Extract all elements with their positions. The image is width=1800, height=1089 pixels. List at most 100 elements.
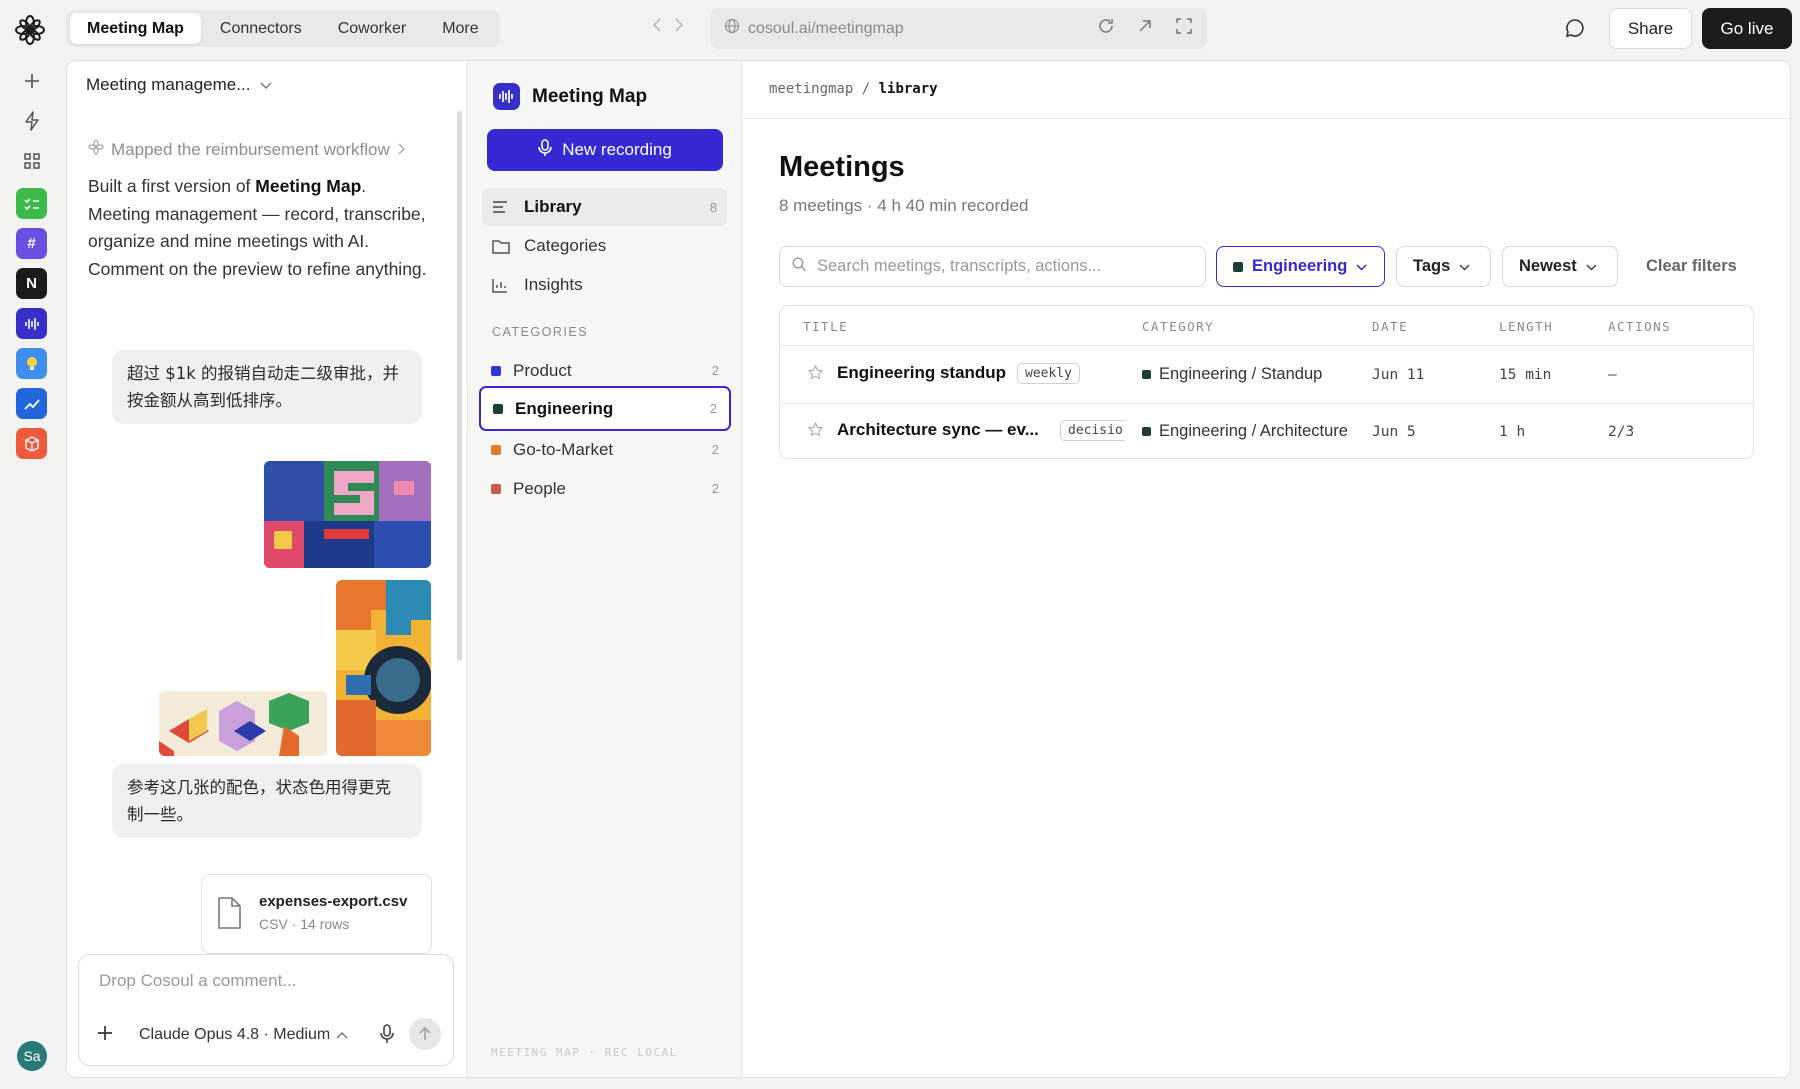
file-name: expenses-export.csv xyxy=(259,893,408,910)
tab-more[interactable]: More xyxy=(425,13,495,44)
hashtag-app-icon[interactable]: # xyxy=(16,228,47,259)
user-bubble-2: 参考这几张的配色，状态色用得更克制一些。 xyxy=(112,764,422,838)
meeting-tag: decisio xyxy=(1060,420,1125,441)
category-label: Product xyxy=(513,360,572,380)
folder-icon xyxy=(492,239,512,254)
meeting-length: 15 min xyxy=(1499,367,1552,383)
tab-connectors[interactable]: Connectors xyxy=(203,13,319,44)
cosoul-logo-icon[interactable] xyxy=(14,14,50,45)
comment-composer[interactable]: Drop Cosoul a comment... Claude Opus 4.8… xyxy=(78,954,454,1066)
color-swatch xyxy=(493,403,503,414)
category-text: Engineering / Standup xyxy=(1159,365,1323,383)
table-row[interactable]: Engineering standup weekly Engineering /… xyxy=(780,347,1753,403)
new-recording-label: New recording xyxy=(562,140,672,159)
checklist-app-icon[interactable] xyxy=(16,188,47,219)
breadcrumb-root[interactable]: meetingmap xyxy=(769,81,853,97)
nav-label: Categories xyxy=(524,236,607,255)
category-filter[interactable]: Engineering xyxy=(1216,246,1385,287)
star-icon[interactable] xyxy=(807,364,824,385)
avatar[interactable]: Sa xyxy=(17,1041,47,1071)
reference-image-isometric[interactable] xyxy=(159,691,327,756)
meeting-title[interactable]: Architecture sync — ev... xyxy=(837,420,1039,440)
sort-label: Newest xyxy=(1519,257,1577,275)
category-engineering[interactable]: Engineering 2 xyxy=(479,386,731,431)
fullscreen-icon[interactable] xyxy=(1175,17,1193,40)
reference-image-lego[interactable] xyxy=(264,461,431,568)
column-actions[interactable]: ACTIONS xyxy=(1608,319,1671,334)
chevron-right-icon xyxy=(397,140,405,160)
meetings-table: TITLE CATEGORY DATE LENGTH ACTIONS Engin… xyxy=(779,305,1754,459)
chat-scrollbar[interactable] xyxy=(457,111,462,661)
tags-filter-label: Tags xyxy=(1413,257,1451,275)
sort-dropdown[interactable]: Newest xyxy=(1502,246,1618,287)
categories-heading: CATEGORIES xyxy=(492,325,589,339)
app-name: Meeting Map xyxy=(532,85,648,107)
back-arrow-icon[interactable] xyxy=(652,17,662,38)
plus-icon[interactable] xyxy=(95,1023,115,1048)
search-input[interactable]: Search meetings, transcripts, actions... xyxy=(779,246,1206,287)
composer-input[interactable]: Drop Cosoul a comment... xyxy=(99,971,296,991)
share-button[interactable]: Share xyxy=(1609,8,1692,49)
color-swatch xyxy=(491,444,501,455)
chart-app-icon[interactable] xyxy=(16,388,47,419)
footer-note: MEETING MAP · REC LOCAL xyxy=(491,1046,678,1059)
plus-icon[interactable] xyxy=(16,66,48,96)
nav-library[interactable]: Library 8 xyxy=(482,188,727,226)
activity-summary[interactable]: Mapped the reimbursement workflow xyxy=(88,139,405,160)
category-filter-label: Engineering xyxy=(1252,257,1348,275)
url-bar[interactable]: cosoul.ai/meetingmap xyxy=(710,8,1207,49)
send-button[interactable] xyxy=(409,1018,441,1050)
message-bold: Meeting Map xyxy=(255,176,362,196)
column-title[interactable]: TITLE xyxy=(803,319,848,334)
globe-icon xyxy=(724,18,740,39)
tags-filter[interactable]: Tags xyxy=(1396,246,1491,287)
nav-categories[interactable]: Categories xyxy=(482,227,727,265)
meeting-title[interactable]: Engineering standup xyxy=(837,363,1006,383)
column-date[interactable]: DATE xyxy=(1372,319,1408,334)
workspace-frame: Meeting manageme... Mapped the reimburse… xyxy=(66,60,1791,1078)
table-row[interactable]: Architecture sync — ev... decisio Engine… xyxy=(780,403,1753,458)
app-brand[interactable]: Meeting Map xyxy=(493,83,647,110)
color-swatch xyxy=(1142,370,1151,379)
chat-title-dropdown[interactable]: Meeting manageme... xyxy=(86,75,272,95)
chevron-down-icon xyxy=(1586,257,1597,276)
lightbulb-app-icon[interactable] xyxy=(16,348,47,379)
notion-app-icon[interactable]: N xyxy=(16,268,47,299)
bar-chart-icon xyxy=(492,278,512,293)
star-icon[interactable] xyxy=(807,421,824,442)
tab-meeting-map[interactable]: Meeting Map xyxy=(70,13,201,44)
forward-arrow-icon[interactable] xyxy=(674,17,684,38)
file-icon xyxy=(216,897,242,934)
nav-count: 8 xyxy=(709,199,717,215)
nav-arrows xyxy=(652,17,684,38)
model-selector[interactable]: Claude Opus 4.8 · Medium xyxy=(139,1026,348,1044)
new-recording-button[interactable]: New recording xyxy=(487,129,723,171)
user-bubble-1: 超过 $1k 的报销自动走二级审批，并按金额从高到低排序。 xyxy=(112,350,422,424)
category-text: Engineering / Architecture xyxy=(1159,422,1348,440)
color-swatch xyxy=(491,365,501,376)
microphone-icon[interactable] xyxy=(378,1023,396,1050)
grid-icon[interactable] xyxy=(16,146,48,176)
category-count: 2 xyxy=(711,363,719,378)
file-attachment[interactable]: expenses-export.csv CSV · 14 rows xyxy=(201,874,432,954)
meeting-date: Jun 5 xyxy=(1372,424,1416,440)
go-live-button[interactable]: Go live xyxy=(1702,8,1792,49)
box-app-icon[interactable] xyxy=(16,428,47,459)
clear-filters-button[interactable]: Clear filters xyxy=(1646,257,1737,276)
meeting-category: Engineering / Architecture xyxy=(1142,422,1348,441)
waveform-app-icon[interactable] xyxy=(16,308,47,339)
breadcrumb-separator: / xyxy=(853,81,879,97)
meeting-tag: weekly xyxy=(1017,363,1080,384)
waveform-icon xyxy=(493,83,520,110)
breadcrumb-current: library xyxy=(878,81,938,97)
reference-image-puzzle[interactable] xyxy=(336,580,431,756)
lightning-icon[interactable] xyxy=(16,106,48,136)
column-length[interactable]: LENGTH xyxy=(1499,319,1553,334)
comment-icon[interactable] xyxy=(1564,17,1590,43)
open-external-icon[interactable] xyxy=(1137,18,1153,39)
tab-coworker[interactable]: Coworker xyxy=(321,13,423,44)
category-people[interactable]: People 2 xyxy=(479,466,731,511)
reload-icon[interactable] xyxy=(1097,17,1115,40)
column-category[interactable]: CATEGORY xyxy=(1142,319,1214,334)
nav-insights[interactable]: Insights xyxy=(482,266,727,304)
